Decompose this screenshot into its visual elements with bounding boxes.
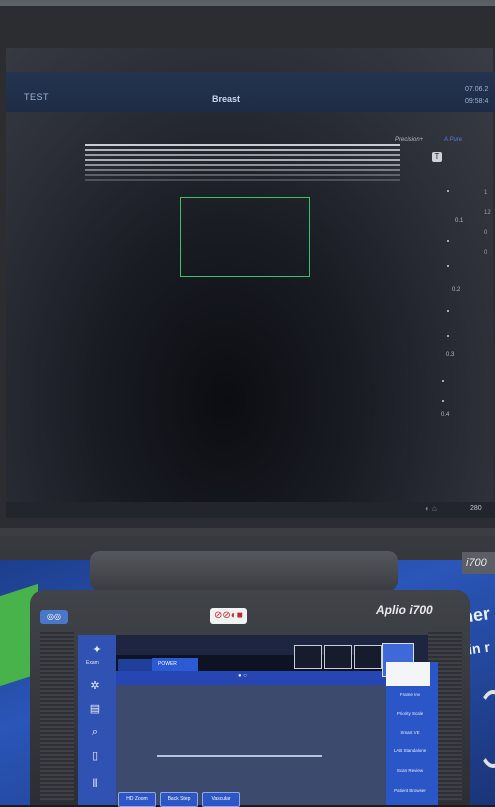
- ultrasound-image-area: [6, 48, 493, 518]
- preset-slot-button[interactable]: [354, 645, 382, 669]
- side-parameter: 0: [484, 230, 488, 236]
- page-indicator[interactable]: ● ○: [238, 673, 247, 679]
- depth-label: 0.1: [455, 218, 464, 224]
- monitor-header-bar: [6, 72, 495, 112]
- depth-tick: [442, 380, 444, 382]
- brand-badge: ◎◎: [40, 610, 68, 624]
- depth-label: 0.3: [446, 352, 455, 358]
- depth-tick: [442, 400, 444, 402]
- monitor-arm-hinge: [90, 551, 398, 591]
- exam-icon[interactable]: ✦: [90, 644, 104, 656]
- right-menu-header: [386, 662, 430, 686]
- probe-orientation-icon: T: [432, 152, 442, 162]
- depth-tick: [447, 335, 449, 337]
- probe-label: A Pure: [444, 137, 463, 143]
- tab-previous[interactable]: [118, 659, 152, 671]
- image-band: [85, 144, 400, 146]
- warning-labels: ⊘⊘◐■: [210, 608, 247, 624]
- image-band: [85, 179, 400, 181]
- tab-content-header: [116, 671, 386, 685]
- patient-id: TEST: [24, 92, 50, 102]
- monitor-status-bar: [6, 502, 495, 518]
- exam-time: 09:58:4: [465, 98, 489, 105]
- menu-item-lab-standalone[interactable]: LAB Standalone: [386, 748, 434, 754]
- exam-type: Breast: [212, 94, 241, 104]
- image-band: [85, 149, 400, 151]
- menu-icon[interactable]: ⦀: [88, 778, 102, 790]
- side-parameter: 12: [484, 210, 491, 216]
- preset-slot-button[interactable]: [294, 645, 322, 669]
- color-roi-box[interactable]: [180, 197, 310, 277]
- image-band: [85, 154, 400, 156]
- side-parameter: 0: [484, 250, 488, 256]
- preset-slot-button[interactable]: [324, 645, 352, 669]
- depth-tick: [447, 265, 449, 267]
- status-icons: ◐ ⌂: [425, 504, 437, 513]
- exam-date: 07.06.2: [465, 86, 489, 93]
- console-model-name: Aplio i700: [376, 603, 433, 617]
- sidebar-label: Exam: [86, 660, 99, 666]
- depth-label: 0.4: [441, 412, 450, 418]
- depth-tick: [447, 310, 449, 312]
- depth-tick: [447, 190, 449, 192]
- side-parameter: 1: [484, 190, 488, 196]
- menu-item-patient-browser[interactable]: Patient Browser: [386, 788, 434, 794]
- menu-item-scan-review[interactable]: Scan Review: [386, 768, 434, 774]
- touch-panel-content: [116, 685, 386, 805]
- depth-label: 0.2: [452, 287, 461, 293]
- document-icon[interactable]: ▯: [88, 750, 102, 762]
- menu-item-frame-inv[interactable]: Frame Inv: [386, 692, 434, 698]
- parameter-slider-track[interactable]: [157, 755, 322, 757]
- search-icon[interactable]: ⌕: [88, 726, 102, 738]
- image-band: [85, 174, 400, 176]
- tab-power[interactable]: POWER: [152, 658, 198, 671]
- menu-item-smart-ve[interactable]: Smart VE: [386, 730, 434, 736]
- menu-item-priority-scale[interactable]: Priority Scale: [386, 711, 434, 717]
- wall-text: in r: [466, 638, 491, 658]
- depth-tick: [447, 240, 449, 242]
- image-band: [85, 159, 400, 161]
- model-sign: i700: [462, 552, 495, 574]
- report-icon[interactable]: ▤: [88, 703, 102, 715]
- speaker-grille-left: [40, 630, 74, 802]
- image-band: [85, 169, 400, 171]
- frame-rate-readout: 280: [470, 505, 482, 512]
- settings-icon[interactable]: ✲: [88, 680, 102, 692]
- preset-label: Precision+: [395, 137, 424, 143]
- image-band: [85, 164, 400, 166]
